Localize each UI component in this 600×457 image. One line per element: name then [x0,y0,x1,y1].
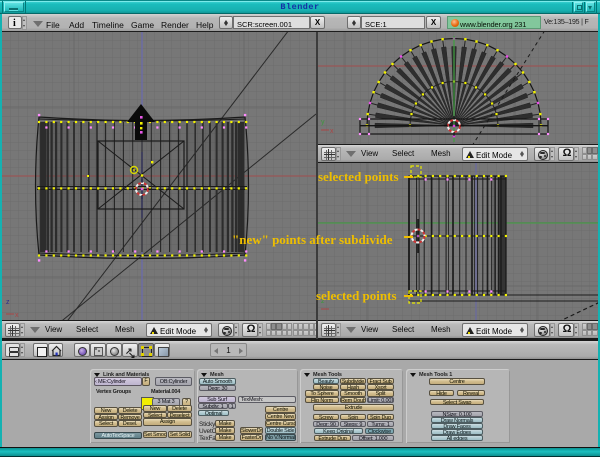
svg-text:x: x [330,128,334,135]
svg-text:x: x [15,312,19,319]
svg-text:z: z [6,299,10,306]
svg-text:y: y [321,119,325,126]
